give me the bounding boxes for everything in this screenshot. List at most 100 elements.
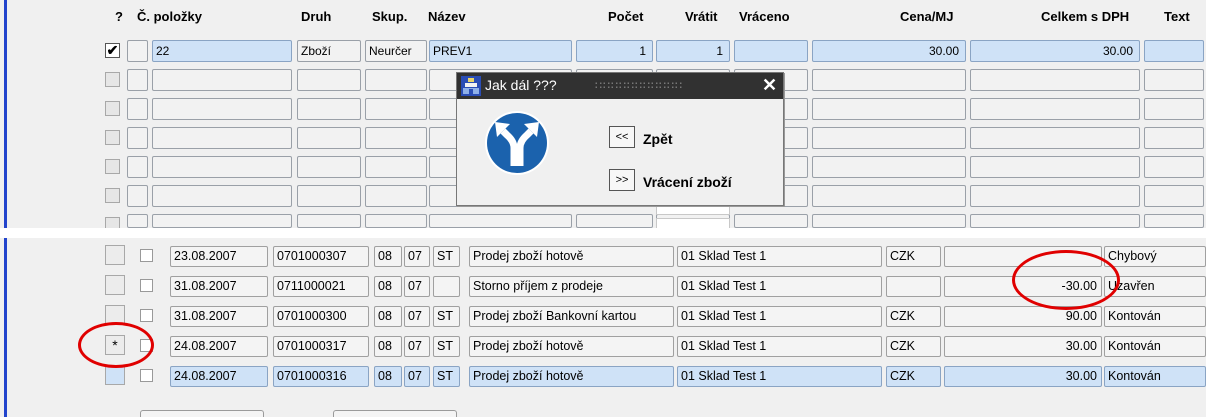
back-label[interactable]: Zpět (643, 131, 673, 147)
row-checkbox-checked[interactable]: ✔ (105, 43, 120, 58)
bottom-button-2[interactable] (333, 410, 457, 417)
empty-cell[interactable] (297, 156, 361, 178)
empty-cell[interactable] (152, 214, 292, 228)
description-field[interactable]: Prodej zboží hotově (469, 246, 674, 267)
period-month-field[interactable]: 08 (374, 276, 402, 297)
empty-cell[interactable] (127, 214, 148, 228)
row-marker[interactable] (105, 245, 125, 265)
empty-cell[interactable] (1144, 98, 1204, 120)
description-field[interactable]: Prodej zboží Bankovní kartou (469, 306, 674, 327)
document-number-field[interactable]: 0711000021 (273, 276, 369, 297)
store-field[interactable]: 01 Sklad Test 1 (677, 276, 882, 297)
store-field[interactable]: 01 Sklad Test 1 (677, 306, 882, 327)
period-month-field[interactable]: 08 (374, 366, 402, 387)
empty-cell[interactable] (152, 98, 292, 120)
empty-cell[interactable] (152, 69, 292, 91)
bottom-button-1[interactable] (140, 410, 264, 417)
amount-field[interactable]: 30.00 (944, 366, 1102, 387)
empty-cell[interactable] (365, 69, 427, 91)
description-field[interactable]: Prodej zboží hotově (469, 336, 674, 357)
empty-cell[interactable] (970, 156, 1140, 178)
row-checkbox[interactable] (105, 159, 120, 174)
type-code-field[interactable]: ST (433, 366, 460, 387)
text-field[interactable] (1144, 40, 1204, 62)
store-field[interactable]: 01 Sklad Test 1 (677, 246, 882, 267)
empty-cell[interactable] (127, 69, 148, 91)
empty-cell[interactable] (365, 214, 427, 228)
empty-cell[interactable] (297, 98, 361, 120)
group-field[interactable]: Neurčer (365, 40, 427, 62)
empty-cell[interactable] (970, 127, 1140, 149)
description-field[interactable]: Prodej zboží hotově (469, 366, 674, 387)
date-field[interactable]: 24.08.2007 (170, 336, 268, 357)
returned-field[interactable] (734, 40, 808, 62)
status-field[interactable]: Kontován (1104, 306, 1206, 327)
description-field[interactable]: Storno příjem z prodeje (469, 276, 674, 297)
empty-cell[interactable] (297, 185, 361, 207)
empty-cell[interactable] (152, 127, 292, 149)
empty-cell[interactable] (812, 127, 966, 149)
row-checkbox[interactable] (105, 101, 120, 116)
row-checkbox[interactable] (140, 249, 153, 262)
empty-cell[interactable] (970, 185, 1140, 207)
currency-field[interactable]: CZK (886, 366, 941, 387)
empty-cell[interactable] (1144, 69, 1204, 91)
empty-cell[interactable] (127, 156, 148, 178)
row-checkbox[interactable] (105, 72, 120, 87)
empty-cell[interactable] (734, 214, 808, 228)
row-marker-cell[interactable] (127, 40, 148, 62)
date-field[interactable]: 31.08.2007 (170, 306, 268, 327)
row-checkbox[interactable] (105, 130, 120, 145)
empty-cell[interactable] (1144, 214, 1204, 228)
period-year-field[interactable]: 07 (404, 246, 430, 267)
empty-cell[interactable] (812, 214, 966, 228)
row-checkbox[interactable] (140, 279, 153, 292)
empty-cell[interactable] (1144, 185, 1204, 207)
document-number-field[interactable]: 0701000307 (273, 246, 369, 267)
empty-cell[interactable] (152, 185, 292, 207)
total-vat-field[interactable]: 30.00 (970, 40, 1140, 62)
status-field[interactable]: Kontován (1104, 336, 1206, 357)
empty-cell[interactable] (970, 98, 1140, 120)
status-field[interactable]: Kontován (1104, 366, 1206, 387)
period-year-field[interactable]: 07 (404, 306, 430, 327)
return-goods-button[interactable]: >> (609, 169, 635, 191)
empty-cell[interactable] (970, 214, 1140, 228)
unit-price-field[interactable]: 30.00 (812, 40, 966, 62)
empty-cell[interactable] (127, 185, 148, 207)
row-checkbox[interactable] (105, 217, 120, 228)
return-input-empty[interactable] (656, 218, 730, 228)
empty-cell[interactable] (576, 214, 653, 228)
currency-field[interactable]: CZK (886, 336, 941, 357)
currency-field[interactable]: CZK (886, 246, 941, 267)
empty-cell[interactable] (127, 98, 148, 120)
type-field[interactable]: Zboží (297, 40, 361, 62)
empty-cell[interactable] (297, 214, 361, 228)
row-checkbox[interactable] (140, 309, 153, 322)
return-goods-label[interactable]: Vrácení zboží (643, 174, 732, 190)
row-marker[interactable] (105, 365, 125, 385)
empty-cell[interactable] (1144, 127, 1204, 149)
amount-field[interactable]: 30.00 (944, 336, 1102, 357)
name-field[interactable]: PREV1 (429, 40, 572, 62)
date-field[interactable]: 31.08.2007 (170, 276, 268, 297)
item-number-field[interactable]: 22 (152, 40, 292, 62)
period-year-field[interactable]: 07 (404, 276, 430, 297)
empty-cell[interactable] (365, 98, 427, 120)
type-code-field[interactable]: ST (433, 306, 460, 327)
type-code-field[interactable]: ST (433, 336, 460, 357)
back-button[interactable]: << (609, 126, 635, 148)
empty-cell[interactable] (812, 156, 966, 178)
row-checkbox[interactable] (140, 369, 153, 382)
empty-cell[interactable] (365, 156, 427, 178)
return-field[interactable]: 1 (656, 40, 730, 62)
document-number-field[interactable]: 0701000317 (273, 336, 369, 357)
document-number-field[interactable]: 0701000316 (273, 366, 369, 387)
type-code-field[interactable]: ST (433, 246, 460, 267)
empty-cell[interactable] (152, 156, 292, 178)
empty-cell[interactable] (297, 127, 361, 149)
empty-cell[interactable] (1144, 156, 1204, 178)
empty-cell[interactable] (365, 127, 427, 149)
empty-cell[interactable] (297, 69, 361, 91)
count-field[interactable]: 1 (576, 40, 653, 62)
